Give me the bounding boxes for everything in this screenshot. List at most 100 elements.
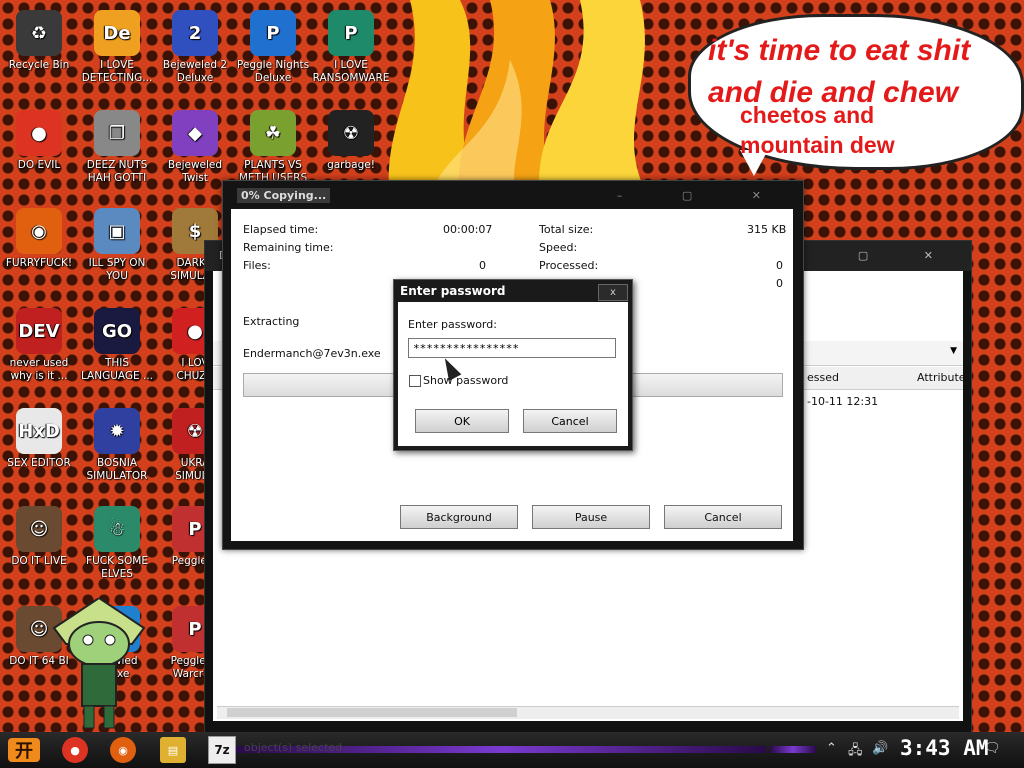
- show-password-checkbox[interactable]: [409, 375, 421, 387]
- cancel-button[interactable]: Cancel: [523, 409, 617, 433]
- peggle-nights-icon: P: [250, 10, 296, 56]
- elapsed-time-value: 00:00:07: [443, 223, 493, 236]
- desktop-icon[interactable]: ☃ FUCK SOME ELVES: [78, 506, 156, 581]
- desktop-icon[interactable]: ✹ BOSNIA SIMULATOR: [78, 408, 156, 483]
- seven-zip-taskbar-icon[interactable]: 7z: [208, 736, 236, 764]
- total-size-value: 315 KB: [747, 223, 787, 236]
- desktop-icon-label: Bejeweled 2 Deluxe: [162, 59, 228, 84]
- desktop-icon-label: garbage!: [327, 159, 375, 171]
- start-button[interactable]: 开: [8, 738, 40, 762]
- current-file-name: Endermanch@7ev3n.exe: [243, 347, 381, 360]
- desktop-icon[interactable]: GO THIS LANGUAGE ...: [78, 308, 156, 383]
- speed-label: Speed:: [539, 241, 578, 254]
- desktop-icon[interactable]: ◆ Bejeweled Twist: [156, 110, 234, 185]
- column-header-attributes[interactable]: Attribute: [917, 371, 966, 384]
- desktop-icon[interactable]: ❐ DEEZ NUTS HAH GOTTI: [78, 110, 156, 185]
- recycle-bin-icon: ♻: [16, 10, 62, 56]
- network-spy-icon: ▣: [94, 208, 140, 254]
- password-prompt-label: Enter password:: [408, 318, 497, 331]
- desktop-icon-label: never used why is it ...: [9, 357, 69, 382]
- desktop-icon[interactable]: ◉ FURRYFUCK!: [0, 208, 78, 270]
- chrome-taskbar-icon[interactable]: ●: [62, 737, 88, 763]
- desktop-icon[interactable]: ♻ Recycle Bin: [0, 10, 78, 72]
- ok-button[interactable]: OK: [415, 409, 509, 433]
- chevron-up-icon[interactable]: ⌃: [826, 741, 837, 756]
- cartoon-character-sticker: [52, 598, 146, 729]
- bejeweled-twist-icon: ◆: [172, 110, 218, 156]
- cancel-copy-button[interactable]: Cancel: [664, 505, 782, 529]
- scrollbar-thumb[interactable]: [227, 708, 517, 717]
- chrome-icon: ●: [16, 110, 62, 156]
- desktop-icon[interactable]: P Peggle Nights Deluxe: [234, 10, 312, 85]
- horizontal-scrollbar[interactable]: [217, 706, 959, 719]
- detect-it-easy-icon: De: [94, 10, 140, 56]
- desktop-icon-label: I LOVE RANSOMWARE: [312, 59, 390, 84]
- elapsed-time-label: Elapsed time:: [243, 223, 319, 236]
- portrait-icon: ☺: [16, 506, 62, 552]
- taskbar-decoration-right: [770, 746, 816, 753]
- flame-artwork: [388, 0, 650, 200]
- plants-vs-zombies-icon: ☘: [250, 110, 296, 156]
- file-manager-window-controls[interactable]: – ▢ ✕: [797, 249, 959, 262]
- go-lang-icon: GO: [94, 308, 140, 354]
- desktop-icon-label: BOSNIA SIMULATOR: [86, 457, 148, 482]
- desktop-icon-label: DO IT LIVE: [11, 555, 67, 567]
- desktop-icon[interactable]: ☘ PLANTS VS METH USERS: [234, 110, 312, 185]
- speech-text-line3: cheetos and: [740, 102, 875, 128]
- publisher-icon: P: [328, 10, 374, 56]
- desktop-icon[interactable]: De I LOVE DETECTING...: [78, 10, 156, 85]
- speech-text-line1: it's time to eat shit: [708, 34, 971, 67]
- files-label: Files:: [243, 259, 271, 272]
- extracting-label: Extracting: [243, 315, 300, 328]
- desktop-icon[interactable]: ☢ garbage!: [312, 110, 390, 172]
- volume-icon[interactable]: 🔊: [872, 741, 888, 756]
- clock[interactable]: 3:43 AM: [900, 736, 989, 760]
- firefox-taskbar-icon[interactable]: ◉: [110, 737, 136, 763]
- password-dialog-body: Enter password: Show password OK Cancel: [398, 302, 628, 446]
- pause-button[interactable]: Pause: [532, 505, 650, 529]
- bejeweled-2-icon: 2: [172, 10, 218, 56]
- desktop-icon-label: THIS LANGUAGE ...: [80, 357, 154, 382]
- desktop-icon-label: SEX EDITOR: [7, 457, 71, 469]
- password-input[interactable]: [408, 338, 616, 358]
- desktop-icon-label: Peggle Nights Deluxe: [236, 59, 310, 84]
- desktop-icon[interactable]: DEV never used why is it ...: [0, 308, 78, 383]
- network-icon[interactable]: 🖧: [848, 741, 863, 763]
- desktop-icon[interactable]: ● DO EVIL: [0, 110, 78, 172]
- files-value: 0: [479, 259, 486, 272]
- desktop-icon-label: DEEZ NUTS HAH GOTTI: [86, 159, 148, 184]
- garbage-app-icon: ☢: [328, 110, 374, 156]
- file-row-date[interactable]: -10-11 12:31: [807, 395, 878, 408]
- password-dialog[interactable]: Enter password x Enter password: Show pa…: [393, 279, 633, 451]
- desktop-icon-label: FUCK SOME ELVES: [86, 555, 148, 580]
- notification-icon[interactable]: 🗨: [984, 741, 1001, 756]
- processed-label: Processed:: [539, 259, 599, 272]
- background-button[interactable]: Background: [400, 505, 518, 529]
- file-explorer-taskbar-icon[interactable]: ▤: [160, 737, 186, 763]
- desktop-icon-label: ILL SPY ON YOU: [88, 257, 146, 282]
- desktop-icon[interactable]: ▣ ILL SPY ON YOU: [78, 208, 156, 283]
- spiked-ball-icon: ✹: [94, 408, 140, 454]
- speech-text-line4: mountain dew: [740, 132, 895, 158]
- status-bar-text: object(s) selected: [244, 741, 343, 754]
- copy-window-controls[interactable]: – ▢ ✕: [617, 189, 789, 202]
- desktop-icon[interactable]: 2 Bejeweled 2 Deluxe: [156, 10, 234, 85]
- desktop-icon-label: Recycle Bin: [8, 59, 70, 71]
- desktop-icon[interactable]: HxD SEX EDITOR: [0, 408, 78, 470]
- dev-cpp-icon: DEV: [16, 308, 62, 354]
- compressed-value: 0: [776, 277, 783, 290]
- desktop-icon[interactable]: ☺ DO IT LIVE: [0, 506, 78, 568]
- desktop-icon[interactable]: P I LOVE RANSOMWARE: [312, 10, 390, 85]
- desktop-icon-label: DO EVIL: [17, 159, 61, 171]
- chevron-down-icon[interactable]: ▼: [950, 346, 957, 356]
- show-password-label[interactable]: Show password: [423, 374, 508, 387]
- copy-window-title: 0% Copying...: [237, 188, 331, 203]
- windows-stack-icon: ❐: [94, 110, 140, 156]
- firefox-icon: ◉: [16, 208, 62, 254]
- password-dialog-title: Enter password: [400, 284, 506, 298]
- desktop-icon-label: FURRYFUCK!: [5, 257, 73, 269]
- column-header-processed[interactable]: essed: [807, 371, 839, 384]
- processed-value: 0: [776, 259, 783, 272]
- elf-game-icon: ☃: [94, 506, 140, 552]
- close-icon[interactable]: x: [598, 284, 628, 301]
